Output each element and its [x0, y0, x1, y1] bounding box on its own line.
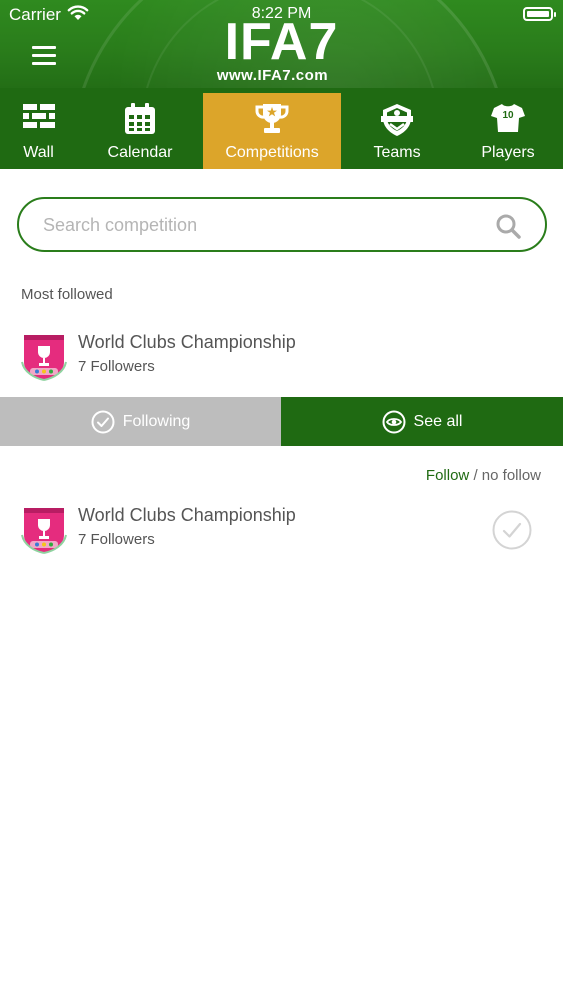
- svg-text:10: 10: [502, 110, 514, 121]
- wall-icon: [0, 102, 77, 138]
- tab-players-label: Players: [481, 144, 535, 161]
- following-button-label: Following: [122, 412, 191, 430]
- competition-followers: 7 Followers: [78, 358, 155, 375]
- eye-icon: [382, 410, 406, 434]
- trophy-icon: [203, 102, 341, 138]
- see-all-button-label: See all: [413, 412, 463, 430]
- follow-legend-separator: /: [473, 467, 478, 484]
- competition-followers: 7 Followers: [78, 531, 155, 548]
- app-logo: IFA7: [224, 13, 339, 71]
- tab-teams-label: Teams: [373, 144, 421, 161]
- app-logo-url: www.IFA7.com: [216, 67, 329, 84]
- calendar-icon: [77, 102, 203, 138]
- following-button[interactable]: Following: [0, 397, 281, 446]
- competition-badge-icon: [20, 332, 68, 382]
- app-header: Carrier 8:22 PM IFA7 www.IFA7.com: [0, 0, 563, 88]
- most-followed-item[interactable]: World Clubs Championship 7 Followers: [0, 332, 563, 392]
- follow-legend: Follow / no follow: [426, 467, 541, 484]
- tab-wall[interactable]: Wall: [0, 88, 77, 169]
- list-item[interactable]: World Clubs Championship 7 Followers: [0, 505, 563, 565]
- search-box: [17, 197, 547, 252]
- jersey-icon: 10: [453, 102, 563, 138]
- tab-wall-label: Wall: [23, 144, 54, 161]
- tab-teams[interactable]: Teams: [341, 88, 453, 169]
- competition-name: World Clubs Championship: [78, 332, 296, 352]
- tab-players[interactable]: 10 Players: [453, 88, 563, 169]
- tab-calendar-label: Calendar: [107, 144, 173, 161]
- follow-legend-no-follow: no follow: [481, 467, 541, 484]
- search-input[interactable]: [43, 211, 463, 239]
- tab-calendar[interactable]: Calendar: [77, 88, 203, 169]
- section-title-most-followed: Most followed: [21, 286, 113, 303]
- follow-legend-follow: Follow: [425, 467, 470, 484]
- tab-competitions[interactable]: Competitions: [203, 88, 341, 169]
- action-bar: Following See all: [0, 397, 563, 446]
- team-shield-icon: [341, 102, 453, 138]
- check-circle-icon: [91, 410, 115, 434]
- main-navigation: Wall Calendar Competitions Teams 10 Play…: [0, 88, 563, 169]
- search-icon[interactable]: [495, 213, 521, 244]
- competition-badge-icon: [20, 505, 68, 555]
- tab-competitions-label: Competitions: [225, 144, 319, 161]
- see-all-button[interactable]: See all: [281, 397, 563, 446]
- competition-name: World Clubs Championship: [78, 505, 296, 525]
- follow-toggle-check-icon[interactable]: [492, 510, 532, 550]
